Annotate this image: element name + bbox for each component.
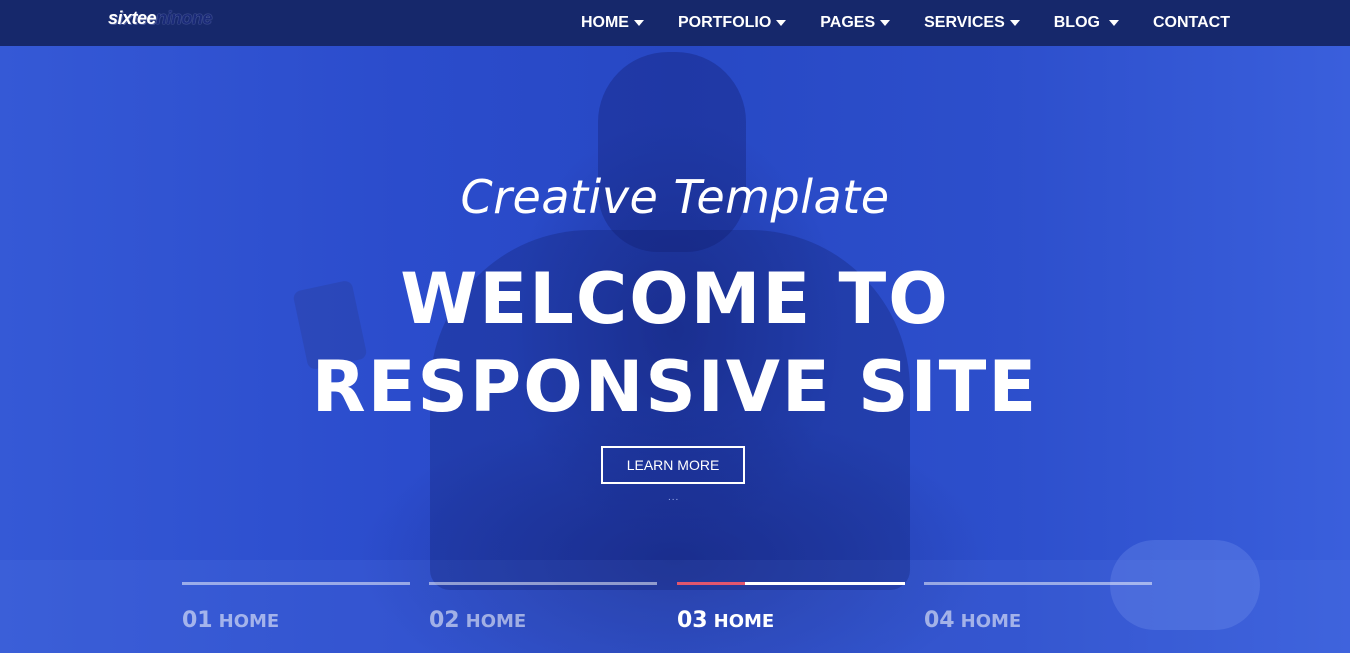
slider-tab-01[interactable]: 01 HOME <box>182 582 410 642</box>
slider-tab-text: HOME <box>713 611 775 632</box>
caret-down-icon <box>1009 20 1020 26</box>
slider-tab-label: 02 HOME <box>429 608 526 633</box>
learn-more-button[interactable]: LEARN MORE <box>601 446 745 484</box>
nav-item-label: PAGES <box>820 14 876 31</box>
top-navbar: sixteeninone HOME PORTFOLIO PAGES SERVIC… <box>0 0 1350 46</box>
slider-tabs: 01 HOME 02 HOME 03 HOME 04 HOME <box>182 582 1152 642</box>
nav-item-label: PORTFOLIO <box>677 14 772 31</box>
caret-down-icon <box>1108 20 1119 26</box>
caret-down-icon <box>880 20 891 26</box>
nav-item-contact[interactable]: CONTACT <box>1136 0 1230 46</box>
slider-tab-bar <box>677 582 905 585</box>
nav-item-home[interactable]: HOME <box>564 0 661 46</box>
slider-tab-number: 03 <box>677 608 708 633</box>
slider-tab-number: 04 <box>924 608 955 633</box>
slider-tab-label: 01 HOME <box>182 608 279 633</box>
nav-item-pages[interactable]: PAGES <box>803 0 907 46</box>
nav-item-blog[interactable]: BLOG <box>1037 0 1136 46</box>
site-logo[interactable]: sixteeninone <box>108 8 213 29</box>
slider-tab-04[interactable]: 04 HOME <box>924 582 1152 642</box>
slider-tab-label: 04 HOME <box>924 608 1021 633</box>
caret-down-icon <box>633 20 644 26</box>
loader-dots: ... <box>668 492 680 503</box>
nav-item-label: HOME <box>580 14 629 31</box>
slider-tab-label: 03 HOME <box>677 608 774 633</box>
nav-item-portfolio[interactable]: PORTFOLIO <box>661 0 803 46</box>
slider-tab-bar <box>429 582 657 585</box>
hero-headline-line1: WELCOME TO <box>400 258 950 340</box>
slider-tab-bar <box>924 582 1152 585</box>
slider-tab-progress <box>677 582 746 585</box>
slider-tab-text: HOME <box>218 611 280 632</box>
slider-tab-text: HOME <box>960 611 1022 632</box>
nav-item-label: BLOG <box>1053 14 1100 31</box>
hero-section: Creative Template WELCOME TO RESPONSIVE … <box>0 0 1350 653</box>
slider-tab-02[interactable]: 02 HOME <box>429 582 657 642</box>
logo-text-part2: ninone <box>156 8 213 28</box>
slider-tab-bar <box>182 582 410 585</box>
nav-item-services[interactable]: SERVICES <box>907 0 1037 46</box>
hero-headline-line2: RESPONSIVE SITE <box>311 346 1039 428</box>
slider-tab-number: 02 <box>429 608 460 633</box>
nav-item-label: CONTACT <box>1152 14 1230 31</box>
slider-tab-number: 01 <box>182 608 213 633</box>
logo-text-part1: sixtee <box>108 8 157 28</box>
caret-down-icon <box>776 20 787 26</box>
nav-item-label: SERVICES <box>924 14 1005 31</box>
slider-tab-03[interactable]: 03 HOME <box>677 582 905 642</box>
slider-tab-text: HOME <box>465 611 527 632</box>
main-nav: HOME PORTFOLIO PAGES SERVICES BLOG CONTA… <box>564 0 1230 46</box>
hero-subtitle: Creative Template <box>460 170 890 224</box>
